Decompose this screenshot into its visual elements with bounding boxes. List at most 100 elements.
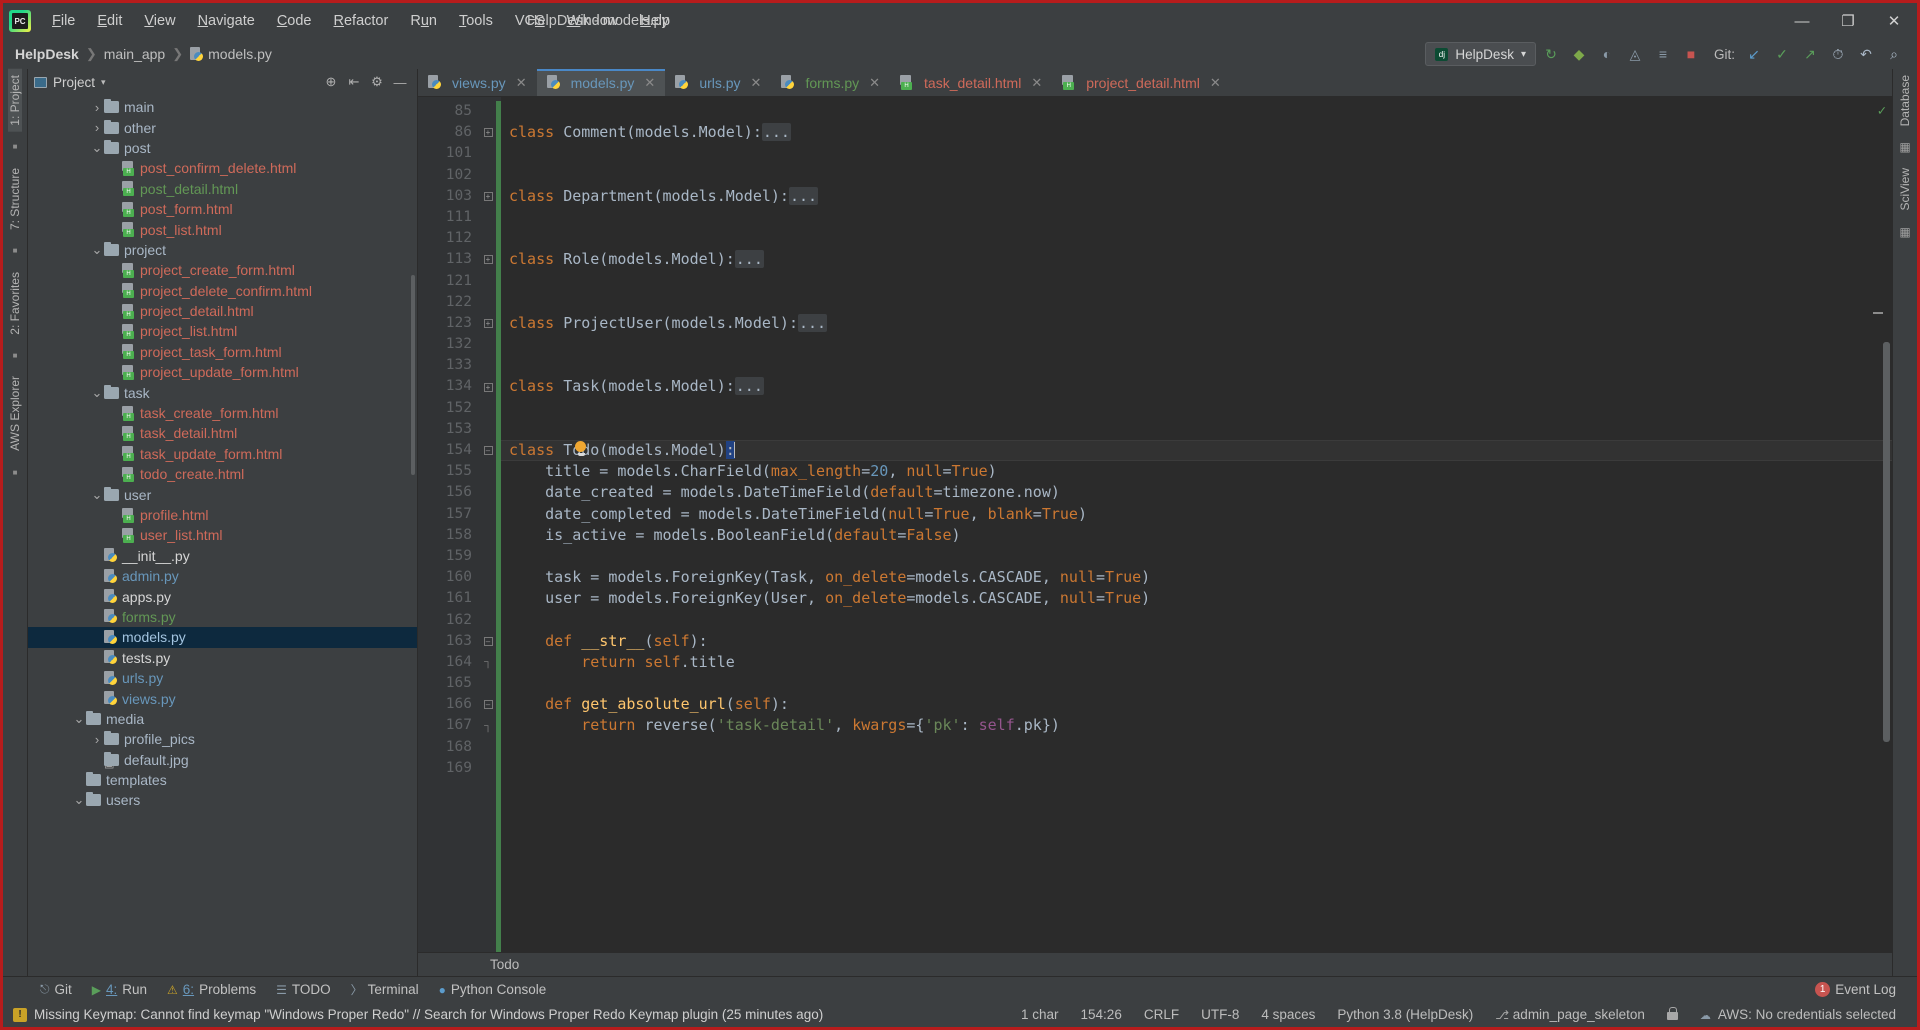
tree-node[interactable]: ▣ default.jpg — [28, 750, 417, 770]
status-git-branch[interactable]: ⎇ admin_page_skeleton — [1484, 1007, 1656, 1022]
tree-node[interactable]: user_list.html — [28, 525, 417, 545]
project-file-tree[interactable]: › main › other ⌄ post post_confirm_delete.html… — [28, 95, 417, 976]
code-line[interactable]: task = models.ForeignKey(Task, on_delete… — [501, 567, 1892, 588]
close-icon[interactable]: ✕ — [1031, 75, 1042, 91]
editor-tab-forms-py[interactable]: forms.py ✕ — [771, 69, 890, 96]
code-line[interactable] — [501, 610, 1892, 631]
close-icon[interactable]: ✕ — [1210, 75, 1221, 91]
code-line[interactable]: date_created = models.DateTimeField(defa… — [501, 482, 1892, 503]
tree-node[interactable]: profile.html — [28, 505, 417, 525]
tool-window-button-terminal[interactable]: 〉 Terminal — [342, 979, 428, 1000]
status-caret-position[interactable]: 154:26 — [1070, 1007, 1133, 1022]
tree-node[interactable]: models.py — [28, 627, 417, 648]
fold-expand-icon[interactable]: + — [480, 186, 496, 207]
rail-item-1-project[interactable]: 1: Project — [8, 69, 22, 132]
menu-item-navigate[interactable]: Navigate — [187, 9, 266, 33]
tool-window-button-python-console[interactable]: ● Python Console — [430, 980, 556, 999]
build-icon[interactable]: ↻ — [1538, 42, 1564, 66]
close-icon[interactable]: ✕ — [644, 75, 655, 91]
code-line[interactable] — [501, 101, 1892, 122]
fold-end-icon[interactable]: ┐ — [480, 715, 496, 736]
tree-node[interactable]: post_detail.html — [28, 179, 417, 199]
code-line[interactable]: return self.title — [501, 652, 1892, 673]
fold-collapse-icon[interactable]: – — [480, 631, 496, 652]
fold-expand-icon[interactable]: + — [480, 313, 496, 334]
menu-item-tools[interactable]: Tools — [448, 9, 504, 33]
git-push-icon[interactable]: ↗ — [1797, 42, 1823, 66]
code-line[interactable] — [501, 143, 1892, 164]
code-line[interactable] — [501, 292, 1892, 313]
coverage-icon[interactable]: ◐ — [1594, 42, 1620, 66]
menu-item-run[interactable]: Run — [399, 9, 448, 33]
code-line[interactable]: class ProjectUser(models.Model):... — [501, 313, 1892, 334]
collapse-all-icon[interactable]: ⇤ — [343, 71, 365, 93]
code-line[interactable] — [501, 758, 1892, 779]
tree-node[interactable]: project_detail.html — [28, 301, 417, 321]
code-line[interactable]: return reverse('task-detail', kwargs={'p… — [501, 715, 1892, 736]
tree-node[interactable]: task_update_form.html — [28, 444, 417, 464]
target-icon[interactable]: ⊕ — [320, 71, 342, 93]
error-stripe-mark[interactable] — [1873, 312, 1883, 314]
debug-icon[interactable]: ◆ — [1566, 42, 1592, 66]
run-with-console-icon[interactable]: ≡ — [1650, 42, 1676, 66]
breadcrumb-project[interactable]: HelpDesk — [15, 46, 79, 62]
editor-tab-project_detail-html[interactable]: project_detail.html ✕ — [1052, 69, 1231, 96]
tree-node[interactable]: post_list.html — [28, 219, 417, 239]
status-python-interpreter[interactable]: Python 3.8 (HelpDesk) — [1326, 1007, 1484, 1022]
tree-node[interactable]: apps.py — [28, 586, 417, 606]
breadcrumb-app[interactable]: main_app — [104, 46, 166, 62]
tree-node[interactable]: ⌄ project — [28, 240, 417, 260]
tree-node[interactable]: project_delete_confirm.html — [28, 281, 417, 301]
tree-node[interactable]: › profile_pics — [28, 729, 417, 749]
code-line[interactable] — [501, 207, 1892, 228]
tool-window-button-problems[interactable]: ⚠ 6: Problems — [158, 980, 265, 999]
close-icon[interactable]: ✕ — [869, 75, 880, 91]
code-editor[interactable]: 85 86 101 102 103 111 112 113 121 122 123 132 133 134… — [418, 97, 1892, 952]
status-aws-credentials[interactable]: ☁ AWS: No credentials selected — [1689, 1007, 1907, 1022]
code-line[interactable] — [501, 165, 1892, 186]
project-tree-scrollbar[interactable] — [411, 275, 415, 475]
search-everywhere-icon[interactable]: ⌕ — [1881, 42, 1907, 66]
tree-node[interactable]: post_confirm_delete.html — [28, 158, 417, 178]
tree-node[interactable]: urls.py — [28, 668, 417, 688]
code-line[interactable]: is_active = models.BooleanField(default=… — [501, 525, 1892, 546]
tree-node[interactable]: task_create_form.html — [28, 403, 417, 423]
breadcrumb-file[interactable]: models.py — [190, 46, 272, 62]
tool-window-button-todo[interactable]: ☰ TODO — [267, 980, 340, 999]
chevron-down-icon[interactable]: ⌄ — [90, 141, 104, 154]
tree-node[interactable]: __init__.py — [28, 546, 417, 566]
fold-collapse-icon[interactable]: – — [480, 440, 496, 461]
stop-icon[interactable]: ■ — [1678, 42, 1704, 66]
git-history-icon[interactable]: ⏱ — [1825, 42, 1851, 66]
status-readonly-toggle[interactable] — [1656, 1006, 1689, 1023]
maximize-button[interactable]: ❐ — [1825, 3, 1871, 39]
status-indent[interactable]: 4 spaces — [1250, 1007, 1326, 1022]
editor-tab-views-py[interactable]: views.py ✕ — [418, 69, 537, 96]
profile-icon[interactable]: ◬ — [1622, 42, 1648, 66]
code-line[interactable]: class Department(models.Model):... — [501, 186, 1892, 207]
chevron-right-icon[interactable]: › — [90, 120, 104, 135]
tool-window-button-run[interactable]: ▶ 4: Run — [83, 980, 156, 999]
status-warning[interactable]: ! Missing Keymap: Cannot find keymap "Wi… — [13, 1007, 823, 1022]
code-line[interactable] — [501, 419, 1892, 440]
tree-node[interactable]: views.py — [28, 688, 417, 708]
tree-node[interactable]: › main — [28, 97, 417, 117]
tree-node[interactable]: templates — [28, 770, 417, 790]
code-line[interactable]: class Todo(models.Model): — [501, 440, 1892, 462]
menu-item-refactor[interactable]: Refactor — [323, 9, 400, 33]
run-configuration-selector[interactable]: dj HelpDesk ▾ — [1425, 42, 1536, 66]
fold-collapse-icon[interactable]: – — [480, 694, 496, 715]
code-line[interactable] — [501, 271, 1892, 292]
chevron-down-icon[interactable]: ⌄ — [72, 712, 86, 725]
tree-node[interactable]: task_detail.html — [28, 423, 417, 443]
tree-node[interactable]: project_list.html — [28, 321, 417, 341]
code-line[interactable]: user = models.ForeignKey(User, on_delete… — [501, 588, 1892, 609]
close-icon[interactable]: ✕ — [516, 75, 527, 91]
code-line[interactable]: date_completed = models.DateTimeField(nu… — [501, 504, 1892, 525]
code-line[interactable] — [501, 546, 1892, 567]
minimize-button[interactable]: — — [1779, 3, 1825, 39]
rail-item-aws-explorer[interactable]: AWS Explorer — [8, 370, 22, 457]
chevron-down-icon[interactable]: ⌄ — [90, 243, 104, 256]
tree-node[interactable]: ⌄ task — [28, 382, 417, 402]
chevron-down-icon[interactable]: ⌄ — [90, 386, 104, 399]
